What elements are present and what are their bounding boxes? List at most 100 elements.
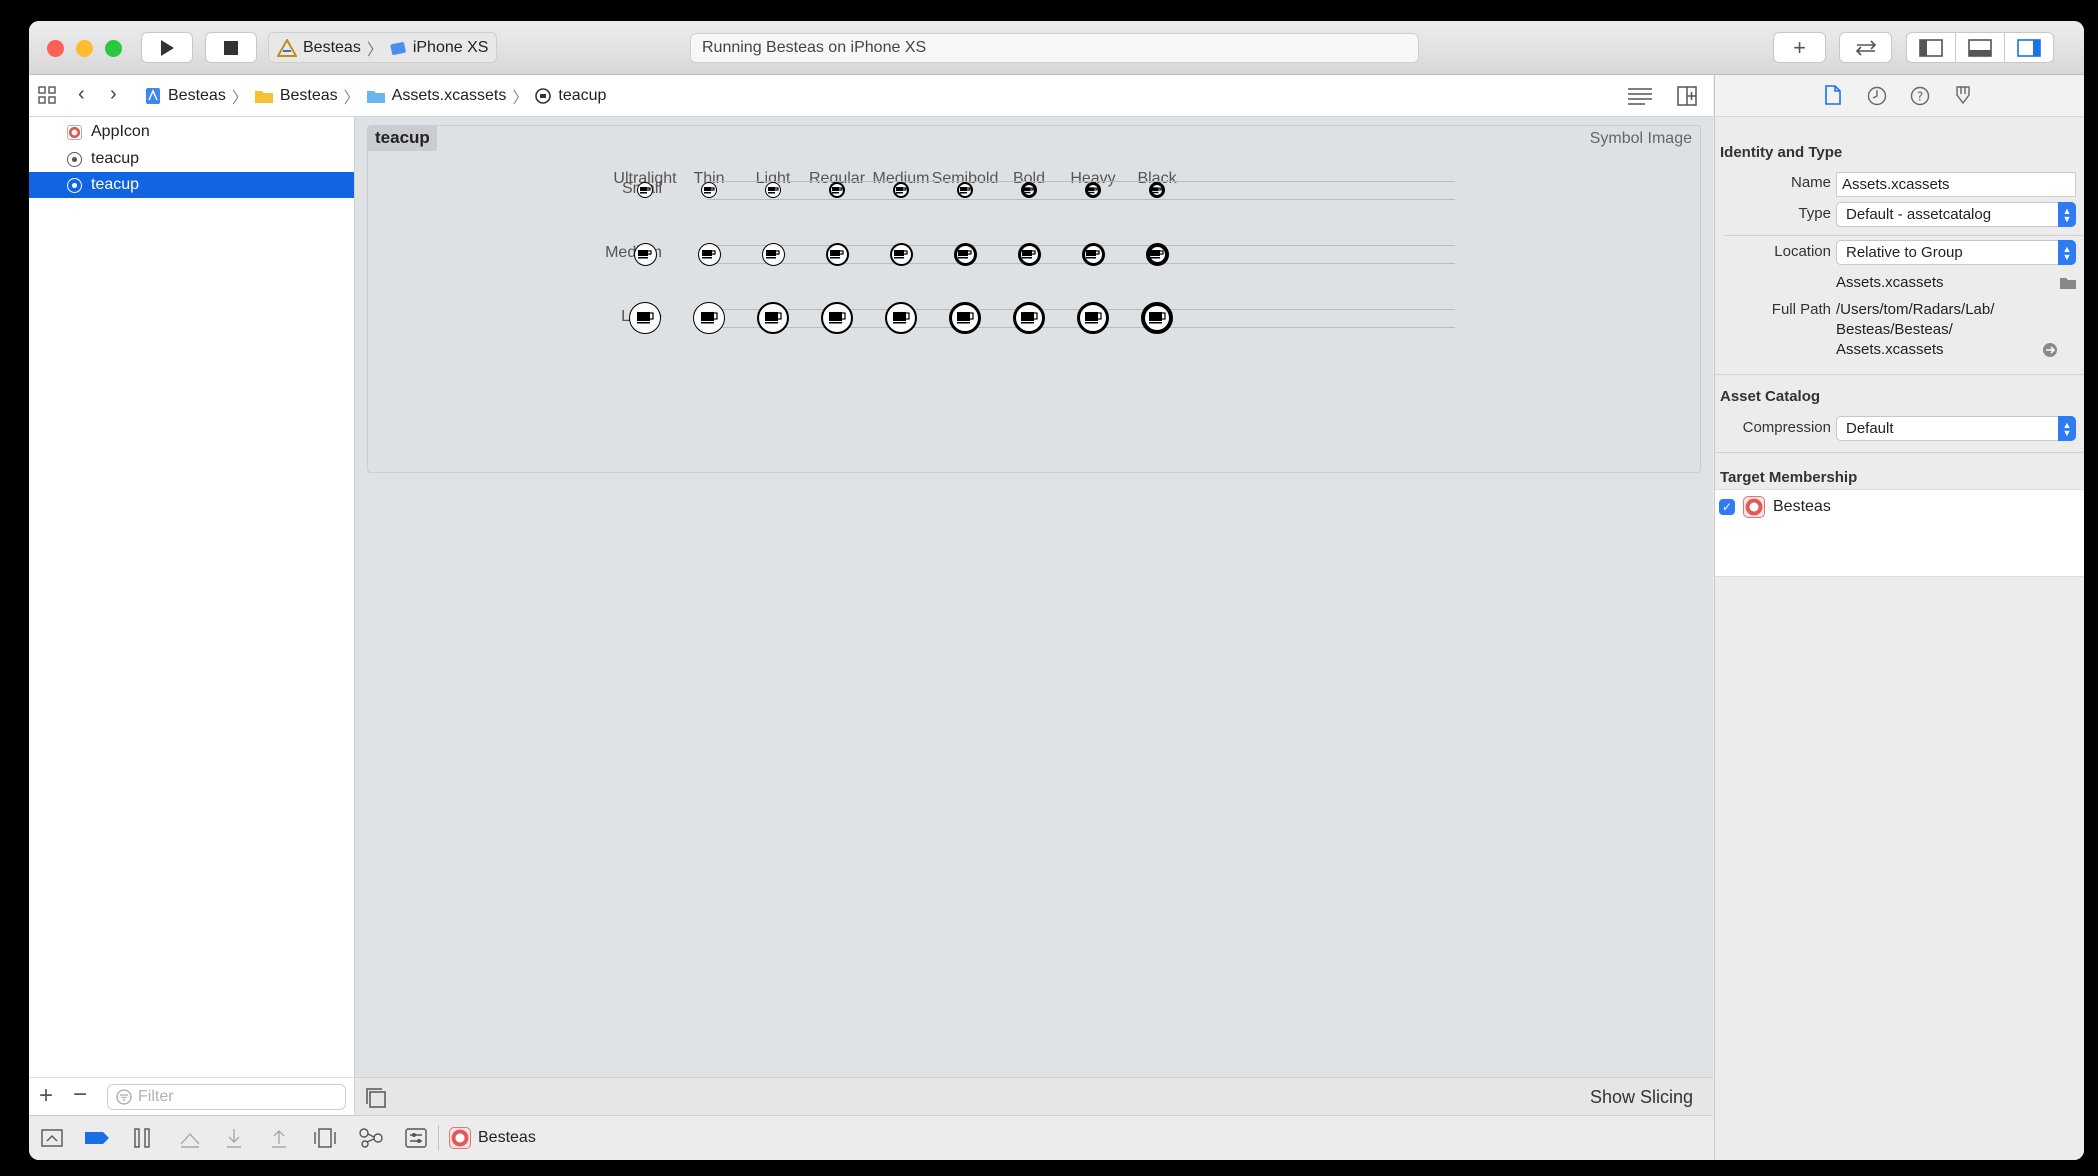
- asset-navigator: AppIcon teacup teacup: [29, 117, 355, 1077]
- add-editor-icon[interactable]: [1677, 86, 1697, 106]
- code-review-button[interactable]: [1839, 32, 1892, 63]
- remove-asset-button[interactable]: −: [73, 1081, 87, 1109]
- reveal-in-finder-icon[interactable]: [2042, 342, 2058, 358]
- toggle-inspector-button[interactable]: [2004, 32, 2054, 63]
- popup-arrows-icon: ▲ ▼: [2058, 240, 2076, 265]
- list-item-teacup-selected[interactable]: teacup: [29, 172, 354, 198]
- app-icon: [449, 1127, 471, 1149]
- step-out-icon[interactable]: [270, 1128, 288, 1148]
- teacup-icon[interactable]: [693, 302, 725, 334]
- teacup-icon[interactable]: [1077, 302, 1109, 334]
- teacup-icon[interactable]: [1145, 242, 1169, 266]
- pause-icon[interactable]: [133, 1128, 151, 1148]
- related-items-icon[interactable]: [38, 86, 56, 104]
- show-overview-icon[interactable]: [365, 1087, 387, 1109]
- add-asset-button[interactable]: +: [39, 1082, 53, 1110]
- project-icon: [146, 88, 160, 104]
- library-button[interactable]: +: [1773, 32, 1826, 63]
- filter-input[interactable]: Filter: [107, 1084, 346, 1110]
- target-checkbox[interactable]: ✓: [1719, 499, 1735, 515]
- nav-item-label: teacup: [91, 176, 140, 193]
- teacup-icon[interactable]: [953, 242, 977, 266]
- step-into-icon[interactable]: [225, 1128, 243, 1148]
- memory-graph-icon[interactable]: [359, 1128, 383, 1148]
- type-popup[interactable]: Default - assetcatalog ▲ ▼: [1836, 202, 2076, 227]
- teacup-icon[interactable]: [633, 242, 657, 266]
- breadcrumb-item[interactable]: Besteas: [280, 87, 338, 105]
- location-popup[interactable]: Relative to Group ▲ ▼: [1836, 240, 2076, 265]
- teacup-icon[interactable]: [829, 182, 845, 198]
- step-over-icon[interactable]: [179, 1128, 201, 1148]
- symbol-image-card[interactable]: teacup Symbol Image Ultralight Thin Light R…: [367, 125, 1701, 473]
- name-label: Name: [1790, 174, 1831, 191]
- close-window-button[interactable]: [47, 40, 64, 57]
- list-item-teacup[interactable]: teacup: [29, 146, 354, 172]
- inspector-tabs: ?: [1715, 75, 2084, 117]
- full-path-label: Full Path: [1771, 301, 1831, 318]
- swap-arrows-icon: [1855, 39, 1876, 56]
- baseline-guide: [707, 263, 1455, 264]
- svg-text:?: ?: [1917, 90, 1923, 104]
- teacup-icon[interactable]: [1141, 302, 1173, 334]
- folder-icon[interactable]: [2059, 276, 2077, 290]
- scheme-selector[interactable]: Besteas 〉 iPhone XS: [268, 32, 497, 63]
- list-item-appicon[interactable]: AppIcon: [29, 119, 354, 145]
- teacup-icon[interactable]: [761, 242, 785, 266]
- teacup-icon[interactable]: [757, 302, 789, 334]
- teacup-icon[interactable]: [889, 242, 913, 266]
- asset-editor: teacup Symbol Image Ultralight Thin Light R…: [355, 117, 1713, 1077]
- teacup-icon[interactable]: [697, 242, 721, 266]
- breadcrumb-item[interactable]: teacup: [558, 87, 606, 105]
- zoom-window-button[interactable]: [105, 40, 122, 57]
- attributes-inspector-tab-icon[interactable]: [1953, 85, 1973, 107]
- compression-popup[interactable]: Default ▲ ▼: [1836, 416, 2076, 441]
- teacup-icon[interactable]: [1021, 182, 1037, 198]
- forward-arrow-icon[interactable]: ›: [110, 83, 117, 106]
- teacup-icon[interactable]: [629, 302, 661, 334]
- target-name: Besteas: [1773, 498, 1831, 515]
- activity-status-text: Running Besteas on iPhone XS: [702, 39, 927, 56]
- name-field[interactable]: Assets.xcassets: [1836, 172, 2076, 197]
- scheme-target-label: Besteas: [303, 38, 361, 56]
- stop-button[interactable]: [205, 32, 257, 63]
- run-button[interactable]: [141, 32, 193, 63]
- history-inspector-tab-icon[interactable]: [1867, 86, 1887, 106]
- teacup-icon[interactable]: [1013, 302, 1045, 334]
- environment-overrides-icon[interactable]: [405, 1128, 427, 1148]
- toggle-debug-area-button[interactable]: [1955, 32, 2005, 63]
- teacup-icon[interactable]: [1149, 182, 1165, 198]
- view-hierarchy-icon[interactable]: [314, 1128, 336, 1148]
- breakpoints-icon[interactable]: [84, 1131, 110, 1145]
- file-inspector-tab-icon[interactable]: [1825, 85, 1841, 105]
- show-slicing-button[interactable]: Show Slicing: [1590, 1087, 1693, 1108]
- teacup-icon[interactable]: [701, 182, 717, 198]
- compression-label: Compression: [1742, 419, 1831, 436]
- help-inspector-tab-icon[interactable]: ?: [1910, 86, 1930, 106]
- breadcrumb-item[interactable]: Assets.xcassets: [392, 87, 507, 105]
- teacup-icon[interactable]: [1085, 182, 1101, 198]
- teacup-icon[interactable]: [765, 182, 781, 198]
- back-arrow-icon[interactable]: ‹: [78, 83, 85, 106]
- teacup-icon[interactable]: [821, 302, 853, 334]
- breadcrumb-item[interactable]: Besteas: [168, 87, 226, 105]
- teacup-icon[interactable]: [949, 302, 981, 334]
- toolbar: Besteas 〉 iPhone XS Running Besteas on i…: [29, 21, 2084, 75]
- hide-debug-area-icon[interactable]: [41, 1128, 63, 1148]
- teacup-icon[interactable]: [885, 302, 917, 334]
- editor-options-icon[interactable]: [1627, 87, 1653, 105]
- location-value: Relative to Group: [1846, 244, 1963, 261]
- teacup-icon[interactable]: [1017, 242, 1041, 266]
- debug-target[interactable]: Besteas: [449, 1127, 536, 1149]
- divider: [1715, 374, 2084, 375]
- baseline-guide: [707, 181, 1455, 182]
- teacup-icon[interactable]: [637, 182, 653, 198]
- minimize-window-button[interactable]: [76, 40, 93, 57]
- teacup-icon[interactable]: [1081, 242, 1105, 266]
- teacup-icon[interactable]: [893, 182, 909, 198]
- plus-icon: +: [1793, 34, 1806, 60]
- app-icon-set-icon: [67, 124, 82, 140]
- teacup-icon[interactable]: [825, 242, 849, 266]
- teacup-icon[interactable]: [957, 182, 973, 198]
- chevron-right-icon: 〉: [343, 90, 360, 107]
- toggle-navigator-button[interactable]: [1906, 32, 1956, 63]
